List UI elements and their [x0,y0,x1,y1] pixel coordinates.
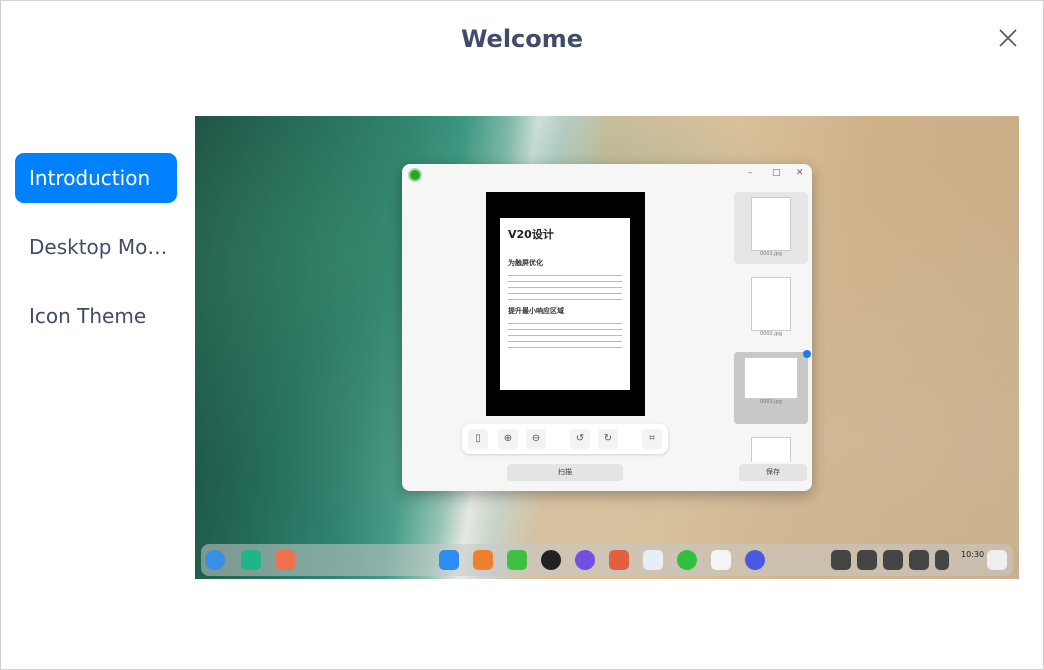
wifi-icon [883,550,903,570]
rotate-right-icon: ↻ [598,429,618,449]
doc-heading-2: 提升最小响应区域 [508,307,564,315]
minimize-icon: – [748,168,753,178]
introduction-preview-image: – □ ✕ V20设计 为触屏优化 提升最小响应区域 ▯ ⊕ ⊖ ↺ ↻ ⌗ 扫… [195,116,1019,579]
music-icon [507,550,527,570]
preview-app-window: – □ ✕ V20设计 为触屏优化 提升最小响应区域 ▯ ⊕ ⊖ ↺ ↻ ⌗ 扫… [402,164,812,491]
sidebar-item-icon-theme[interactable]: Icon Theme [15,291,177,341]
document-preview: V20设计 为触屏优化 提升最小响应区域 [486,192,645,416]
taskbar-dock: 10:30 [201,544,1013,576]
multitask-icon [241,550,261,570]
chat-icon [677,550,697,570]
close-icon [999,29,1017,47]
launcher-icon [205,550,225,570]
sidebar-item-desktop-mode[interactable]: Desktop Mo… [15,222,177,272]
check-icon [803,350,811,358]
zoom-in-icon: ⊕ [498,429,518,449]
files-icon [473,550,493,570]
crop-icon: ⌗ [642,429,662,449]
calendar-icon [711,550,731,570]
store-icon [439,550,459,570]
fit-icon: ▯ [468,429,488,449]
rotate-left-icon: ↺ [570,429,590,449]
thumbnail: 0002.jpg [734,272,808,344]
clock: 10:30 [961,550,985,559]
expand-icon [935,550,949,570]
photos-icon [609,550,629,570]
thumbnail-list: 0001.jpg 0002.jpg 0003.jpg [729,186,811,486]
preview-toolbar: ▯ ⊕ ⊖ ↺ ↻ ⌗ [462,424,668,454]
app-icon [408,168,422,182]
document-icon [643,550,663,570]
trash-icon [987,550,1007,570]
maximize-icon: □ [772,168,781,178]
thumbnail [734,432,808,462]
zoom-out-icon: ⊖ [526,429,546,449]
welcome-dialog: Welcome Introduction Desktop Mo… Icon Th… [0,0,1044,670]
workspace-icon [275,550,295,570]
thumbnail-selected: 0003.jpg [734,352,808,424]
thumbnail: 0001.jpg [734,192,808,264]
browser-icon [575,550,595,570]
close-button[interactable] [995,25,1021,51]
volume-icon [831,550,851,570]
sidebar-item-introduction[interactable]: Introduction [15,153,177,203]
screen-icon [857,550,877,570]
video-icon [541,550,561,570]
doc-title: V20设计 [508,228,554,241]
settings-icon [745,550,765,570]
dialog-title: Welcome [460,25,584,53]
scan-button: 扫描 [507,464,623,481]
battery-icon [909,550,929,570]
doc-heading-1: 为触屏优化 [508,259,543,267]
window-close-icon: ✕ [796,168,804,178]
